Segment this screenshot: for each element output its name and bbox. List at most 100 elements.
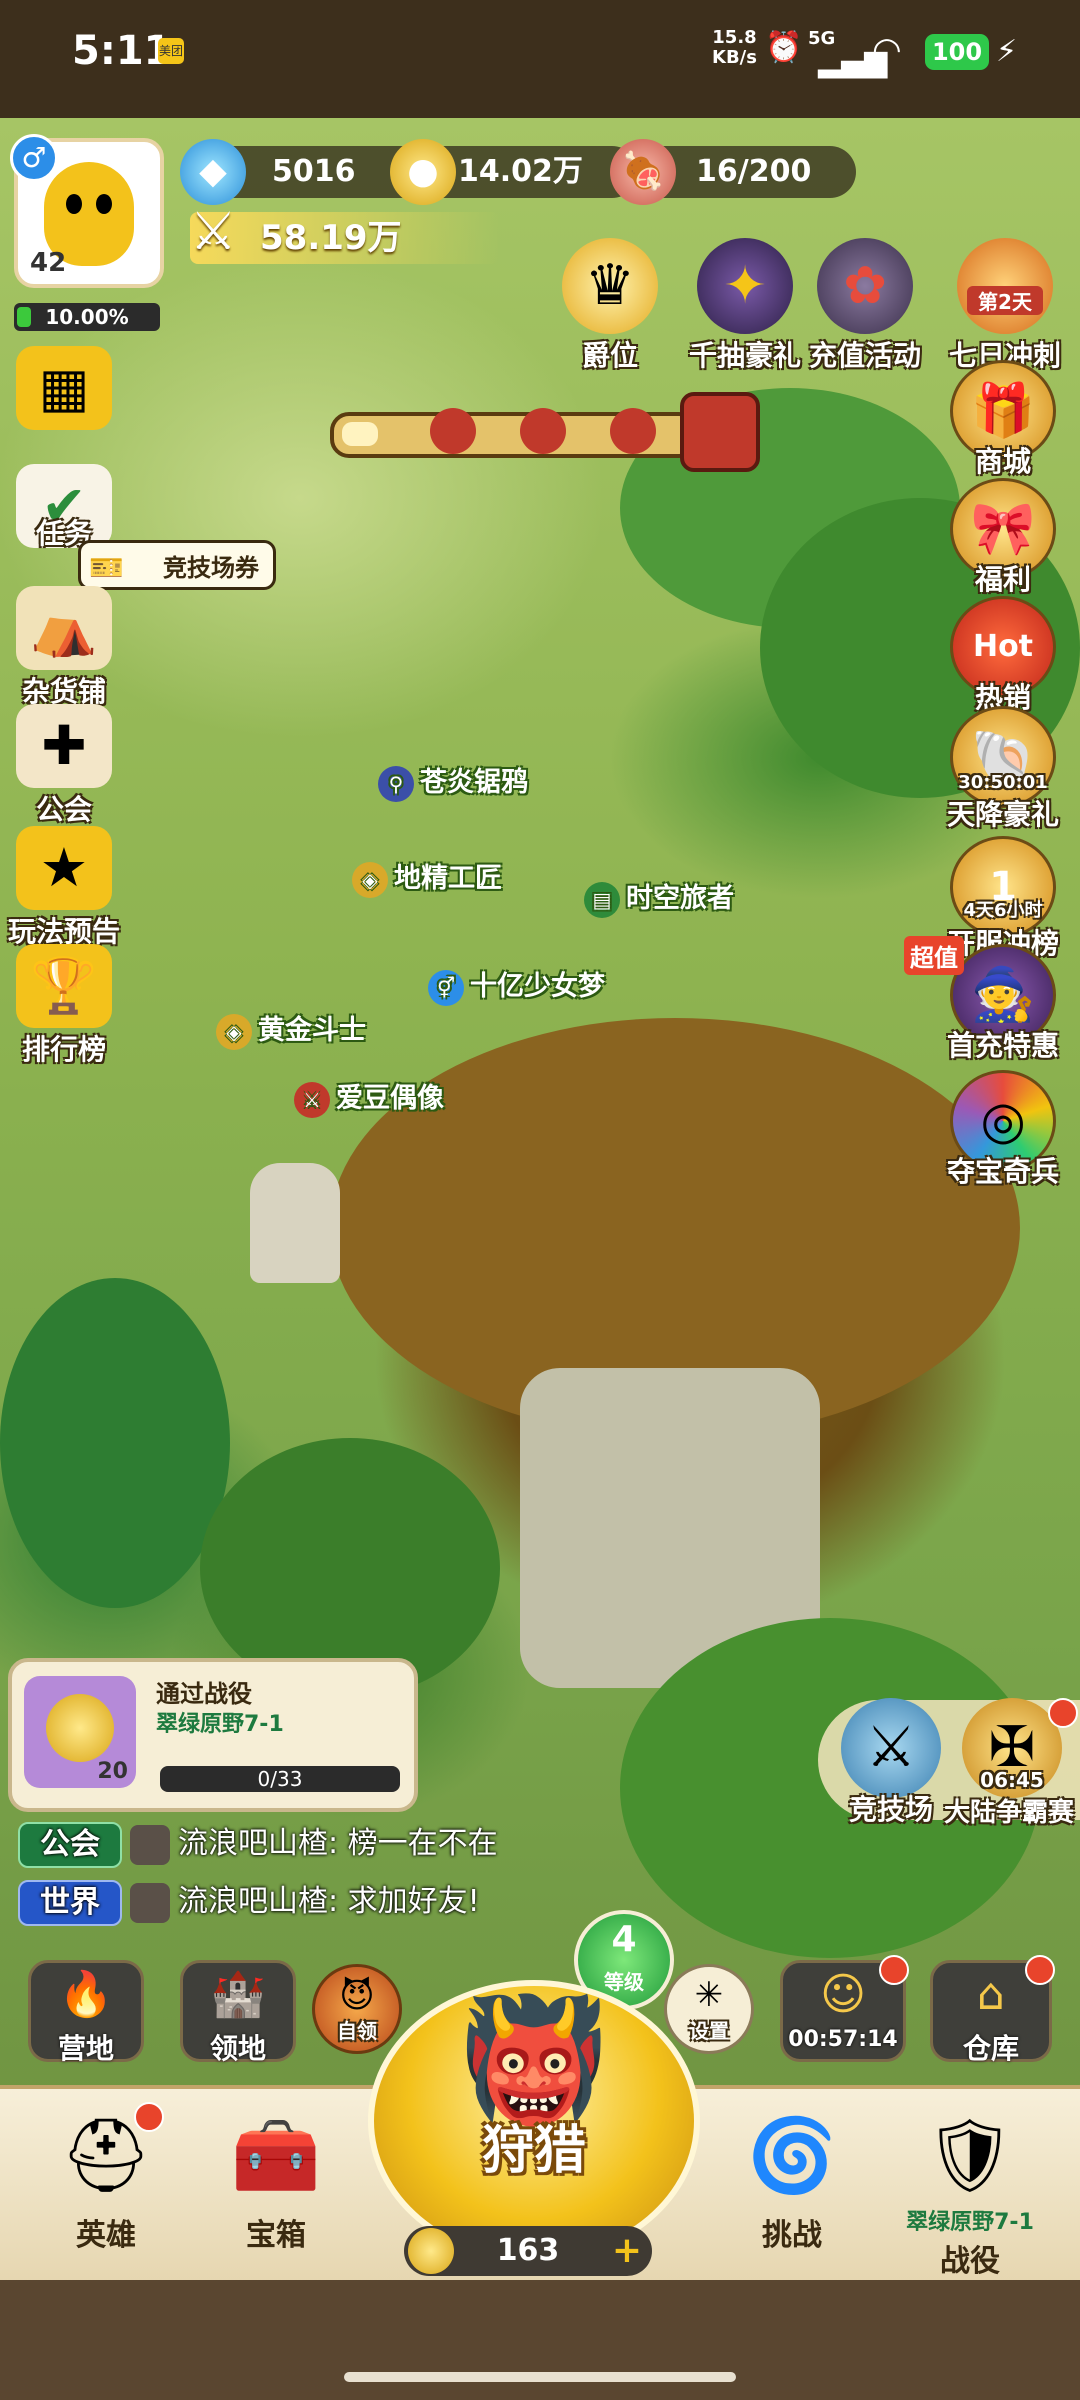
alarm-icon: ⏰ <box>765 30 803 65</box>
chat-message: 流浪吧山楂: 榜一在不在 <box>178 1826 498 1861</box>
sky-gift-timer: 30:50:01 <box>958 772 1048 793</box>
territory-button[interactable]: 🏰 领地 <box>180 1960 296 2065</box>
first-recharge-button[interactable]: 🧙 超值 首充特惠 <box>904 936 1078 1064</box>
app-notification-icon: 美团 <box>158 38 184 64</box>
continental-contest-button[interactable]: ✠ 06:45 大陆争霸赛 <box>944 1698 1080 1829</box>
level-value: 4 <box>611 1919 637 1960</box>
nav-chest-label: 宝箱 <box>246 2218 306 2253</box>
thousand-draw-button[interactable]: ✦ 千抽豪礼 <box>680 238 810 374</box>
nav-heroes-label: 英雄 <box>76 2218 136 2253</box>
chat-row-guild[interactable]: 公会 流浪吧山楂: 榜一在不在 <box>18 1818 498 1868</box>
exp-fill <box>17 307 31 327</box>
npc-name: 时空旅者 <box>626 883 734 914</box>
net-speed-unit: KB/s <box>712 47 757 68</box>
npc-golden-fighter[interactable]: ◈ 黄金斗士 <box>216 1008 366 1050</box>
welfare-label: 福利 <box>974 563 1031 596</box>
stamina-value: 16/200 <box>696 154 812 189</box>
nav-campaign[interactable]: 🛡 翠绿原野7-1 战役 <box>880 2100 1060 2280</box>
npc-billion-girl-dream[interactable]: ⚥ 十亿少女梦 <box>428 964 605 1006</box>
hot-sale-button[interactable]: Hot 热销 <box>928 596 1078 716</box>
stamina-counter[interactable]: 🍖 16/200 <box>610 139 856 205</box>
chat-row-world[interactable]: 世界 流浪吧山楂: 求加好友! <box>18 1876 480 1926</box>
npc-name: 爱豆偶像 <box>336 1083 444 1114</box>
plus-icon[interactable]: + <box>612 2226 642 2276</box>
sprint-card-icon: 第2天 <box>957 238 1053 334</box>
quest-title: 通过战役 <box>156 1680 252 1708</box>
nav-challenge-label: 挑战 <box>762 2218 822 2253</box>
nav-challenge[interactable]: 🌀 挑战 <box>722 2100 862 2254</box>
title-rank-button[interactable]: ♛ 爵位 <box>560 238 660 374</box>
knight-hero[interactable] <box>250 1163 340 1283</box>
arena-label: 竞技场 <box>848 1793 933 1826</box>
warehouse-label: 仓库 <box>962 2032 1019 2065</box>
thousand-draw-label: 千抽豪礼 <box>688 339 801 372</box>
server-ranking-timer: 4天6小时 <box>963 900 1043 921</box>
leaderboard-button[interactable]: 🏆 排行榜 <box>4 944 124 1068</box>
sword-shield-icon: ⚔ <box>190 202 237 262</box>
guild-button[interactable]: ✚ 公会 <box>4 704 124 828</box>
gold-counter[interactable]: ● 14.02万 <box>390 139 638 205</box>
chat-channel-world: 世界 <box>18 1879 122 1926</box>
gameplay-preview-button[interactable]: ★ 玩法预告 <box>4 826 124 950</box>
treasure-soldier-label: 夺宝奇兵 <box>946 1155 1059 1188</box>
red-monster-icon <box>610 408 656 454</box>
crown-badge-icon: ♛ <box>562 238 658 334</box>
tasks-button[interactable]: ✔ 任务 <box>4 464 124 552</box>
sky-gift-button[interactable]: 🐚 30:50:01 天降豪礼 <box>928 706 1078 833</box>
shield-icon: ◈ <box>216 1013 252 1050</box>
red-monster-icon <box>430 408 476 454</box>
power-value: 58.19万 <box>260 218 402 258</box>
title-rank-label: 爵位 <box>581 339 638 372</box>
quest-panel[interactable]: 20 通过战役 翠绿原野7-1 0/33 <box>8 1658 418 1812</box>
nav-campaign-sublabel: 翠绿原野7-1 <box>906 2210 1034 2235</box>
warehouse-button[interactable]: ⌂ 仓库 <box>930 1955 1055 2065</box>
npc-name: 地精工匠 <box>394 863 502 894</box>
diamond-icon: ◆ <box>180 139 246 205</box>
shield-icon: ◈ <box>352 861 388 898</box>
npc-name: 苍炎锯鸦 <box>420 767 528 798</box>
welfare-button[interactable]: 🎀 福利 <box>928 478 1078 598</box>
nav-campaign-label: 战役 <box>940 2244 1000 2279</box>
chat-message: 流浪吧山楂: 求加好友! <box>178 1884 480 1919</box>
arena-button[interactable]: ⚔ 竞技场 <box>826 1698 956 1828</box>
exp-percent: 10.00% <box>45 305 129 329</box>
quest-progress-text: 0/33 <box>257 1767 303 1791</box>
npc-time-traveler[interactable]: ▤ 时空旅者 <box>584 876 734 918</box>
hunt-cost-bar[interactable]: 163 + <box>404 2226 652 2276</box>
nav-heroes[interactable]: ⛑ 英雄 <box>36 2100 176 2254</box>
trophy-icon: 🏆 <box>16 944 112 1028</box>
contest-label: 大陆争霸赛 <box>944 1798 1075 1828</box>
nav-chest[interactable]: 🧰 宝箱 <box>206 2100 346 2254</box>
system-nav-area <box>0 2280 1080 2400</box>
quest-target: 翠绿原野7-1 <box>156 1712 284 1737</box>
portal-icon: 🌀 <box>747 2113 837 2197</box>
grocery-shop-button[interactable]: ⛺ 杂货铺 <box>4 586 124 710</box>
seven-day-sprint-button[interactable]: 第2天 七日冲刺 <box>940 238 1070 374</box>
status-time: 5:11 <box>72 28 172 74</box>
sky-gift-label: 天降豪礼 <box>946 798 1059 831</box>
mall-button[interactable]: 🎁 商城 <box>928 360 1078 480</box>
winged-crest-icon: 🛡 <box>924 2113 1016 2197</box>
hunt-button[interactable]: 👹 狩猎 <box>368 1980 700 2262</box>
book-icon: ▤ <box>584 881 620 918</box>
home-indicator[interactable] <box>344 2372 736 2382</box>
wifi-icon: ◠ <box>872 30 902 70</box>
eye <box>96 194 112 214</box>
battery-level: 100 <box>925 34 989 70</box>
grid-menu-icon: ▦ <box>16 346 112 430</box>
castle-icon: 🏰 <box>210 1969 266 2020</box>
menu-grid-button[interactable]: ▦ <box>4 346 124 430</box>
status-bar: 5:11 美团 15.8 KB/s ⏰ 5G ▂▄▆ ◠ 100 ⚡ <box>0 0 1080 118</box>
treasure-soldier-button[interactable]: ◎ 夺宝奇兵 <box>928 1070 1078 1190</box>
npc-flame-saw-crow[interactable]: ⚲ 苍炎锯鸦 <box>378 760 528 802</box>
meat-icon: 🍖 <box>610 139 676 205</box>
charging-icon: ⚡ <box>996 34 1018 69</box>
npc-idol[interactable]: ⚔ 爱豆偶像 <box>294 1076 444 1118</box>
chat-avatar <box>130 1824 170 1865</box>
recharge-event-button[interactable]: ✿ 充值活动 <box>800 238 930 374</box>
camp-button[interactable]: 🔥 营地 <box>28 1960 144 2065</box>
npc-goblin-craftsman[interactable]: ◈ 地精工匠 <box>352 856 502 898</box>
arena-ticket-label: 竞技场券 <box>163 554 259 582</box>
boss-skull-icon[interactable] <box>680 392 760 472</box>
timer-reward-button[interactable]: ☺ 00:57:14 <box>780 1955 909 2062</box>
